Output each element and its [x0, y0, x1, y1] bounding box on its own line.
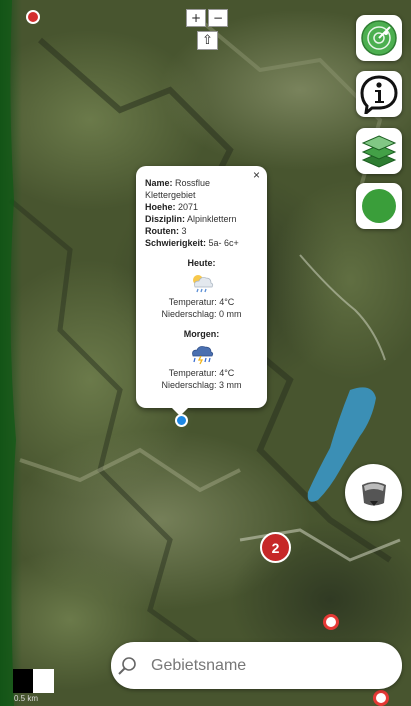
cluster-count: 2 [271, 539, 280, 556]
today-precipitation: Niederschlag: 0 mm [161, 309, 242, 319]
search-bar[interactable] [111, 642, 402, 689]
search-icon [118, 657, 136, 675]
popup-type: Klettergebiet [145, 190, 196, 200]
area-marker[interactable] [323, 614, 339, 630]
weather-today-heading: Heute: [187, 258, 216, 268]
scale-bar: 0.5 km [13, 669, 54, 703]
scale-label: 0.5 km [14, 694, 39, 703]
cluster-marker[interactable]: 2 [260, 532, 291, 563]
weather-tomorrow-heading: Morgen: [183, 329, 220, 339]
layers-button[interactable] [356, 128, 402, 174]
popup-close-button[interactable]: × [253, 169, 260, 181]
today-temperature: Temperatur: 4°C [168, 297, 235, 307]
search-input[interactable] [149, 654, 383, 678]
popup-difficulty: Schwierigkeit: 5a- 6c+ [145, 238, 239, 248]
popup-name: Name: Rossflue [145, 178, 211, 188]
info-button[interactable] [356, 71, 402, 117]
compass-button[interactable] [345, 464, 402, 521]
status-button[interactable] [356, 183, 402, 229]
cloud-rain-icon [192, 275, 213, 293]
zoom-in-button[interactable]: + [186, 9, 206, 27]
zoom-out-button[interactable]: − [208, 9, 228, 27]
tomorrow-precipitation: Niederschlag: 3 mm [161, 380, 242, 390]
tomorrow-temperature: Temperatur: 4°C [168, 368, 235, 378]
layers-icon [361, 135, 397, 168]
area-marker[interactable] [26, 10, 40, 24]
area-popup: × Name: Rossflue Klettergebiet Hoehe: 20… [136, 166, 267, 416]
radar-button[interactable] [356, 15, 402, 61]
reset-north-button[interactable]: ⇧ [197, 31, 218, 50]
radar-icon [361, 20, 397, 56]
compass-icon [361, 481, 386, 506]
popup-routes: Routen: 3 [145, 226, 187, 236]
info-icon [360, 75, 398, 114]
popup-height: Hoehe: 2071 [145, 202, 199, 212]
status-indicator [362, 189, 396, 223]
storm-rain-icon [191, 346, 213, 365]
area-marker[interactable] [373, 690, 389, 706]
popup-discipline: Disziplin: Alpinklettern [145, 214, 237, 224]
